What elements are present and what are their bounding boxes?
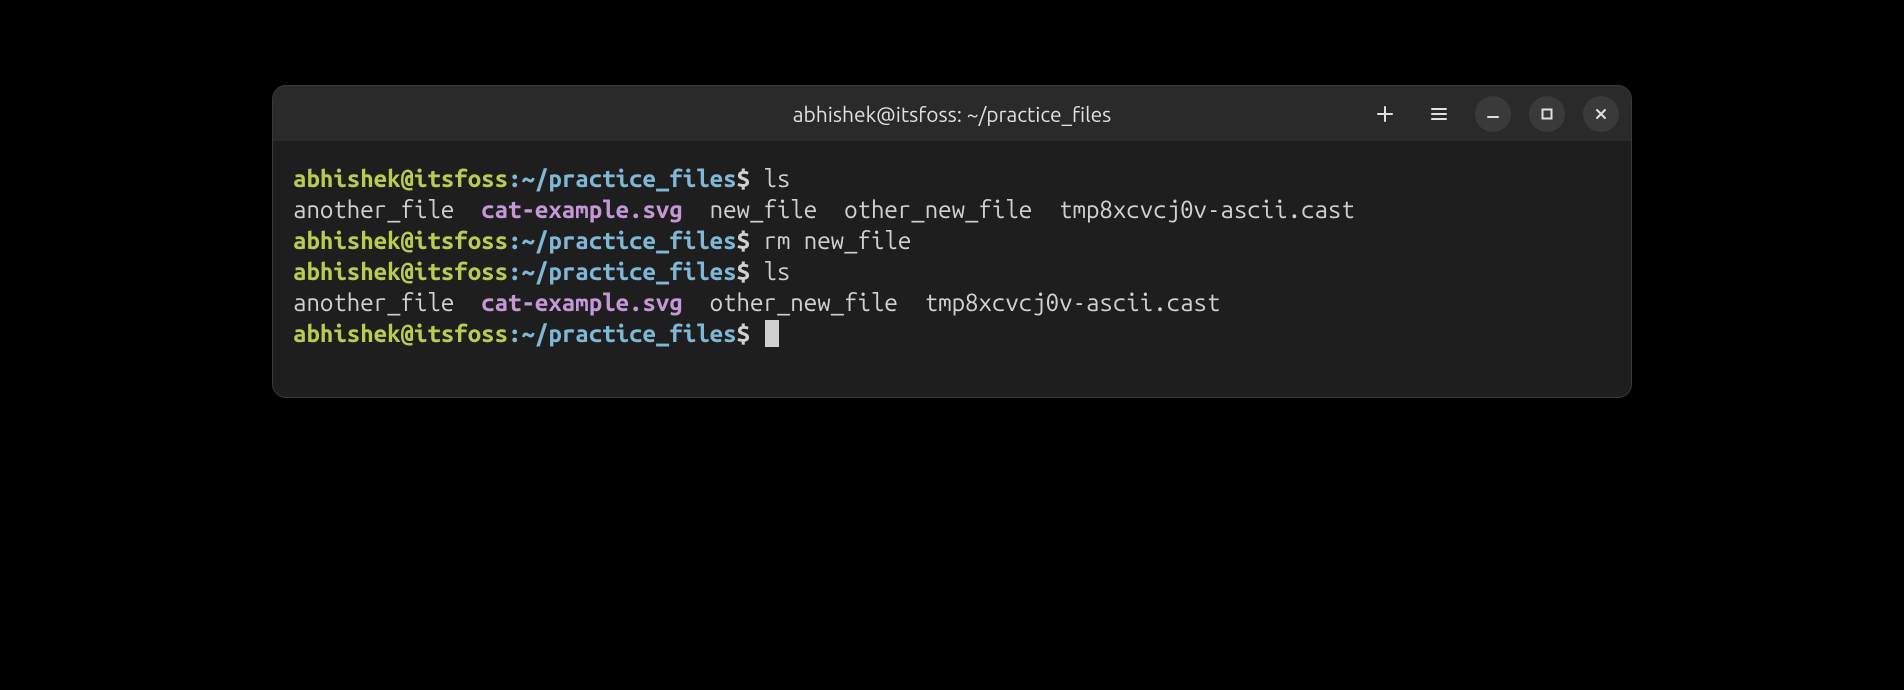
prompt-dollar: $ (737, 227, 750, 254)
titlebar[interactable]: abhishek@itsfoss: ~/practice_files (273, 86, 1631, 141)
minimize-button[interactable] (1475, 96, 1511, 132)
command-text: ls (763, 165, 790, 192)
cursor-block (765, 320, 779, 347)
prompt-colon: : (508, 258, 521, 285)
maximize-button[interactable] (1529, 96, 1565, 132)
terminal-body[interactable]: abhishek@itsfoss:~/practice_files$ lsano… (273, 141, 1631, 397)
ls-file: another_file (293, 196, 454, 223)
close-button[interactable] (1583, 96, 1619, 132)
terminal-window: abhishek@itsfoss: ~/practice_files (272, 85, 1632, 398)
prompt-userhost: abhishek@itsfoss (293, 227, 508, 254)
titlebar-controls (1367, 96, 1619, 132)
ls-file: another_file (293, 289, 454, 316)
prompt-path: ~/practice_files (522, 165, 737, 192)
prompt-path: ~/practice_files (522, 227, 737, 254)
prompt-userhost: abhishek@itsfoss (293, 258, 508, 285)
new-tab-button[interactable] (1367, 96, 1403, 132)
hamburger-icon (1430, 105, 1448, 123)
prompt-colon: : (508, 165, 521, 192)
prompt-path: ~/practice_files (522, 258, 737, 285)
prompt-dollar: $ (737, 165, 750, 192)
prompt-userhost: abhishek@itsfoss (293, 165, 508, 192)
prompt-colon: : (508, 320, 521, 347)
terminal-line: abhishek@itsfoss:~/practice_files$ ls (293, 256, 1611, 287)
command-text: ls (763, 258, 790, 285)
ls-files-rest: new_file other_new_file tmp8xcvcj0v-asci… (710, 196, 1355, 223)
ls-file-svg: cat-example.svg (481, 196, 683, 223)
close-icon (1594, 107, 1608, 121)
minimize-icon (1486, 107, 1500, 121)
command-text: rm new_file (763, 227, 911, 254)
terminal-line: abhishek@itsfoss:~/practice_files$ rm ne… (293, 225, 1611, 256)
prompt-dollar: $ (737, 320, 750, 347)
maximize-icon (1540, 107, 1554, 121)
terminal-line: abhishek@itsfoss:~/practice_files$ (293, 318, 1611, 349)
prompt-colon: : (508, 227, 521, 254)
prompt-path: ~/practice_files (522, 320, 737, 347)
plus-icon (1376, 105, 1394, 123)
prompt-userhost: abhishek@itsfoss (293, 320, 508, 347)
menu-button[interactable] (1421, 96, 1457, 132)
ls-file-svg: cat-example.svg (481, 289, 683, 316)
terminal-line: another_file cat-example.svg other_new_f… (293, 287, 1611, 318)
terminal-line: another_file cat-example.svg new_file ot… (293, 194, 1611, 225)
prompt-dollar: $ (737, 258, 750, 285)
ls-files-rest: other_new_file tmp8xcvcj0v-ascii.cast (710, 289, 1221, 316)
terminal-line: abhishek@itsfoss:~/practice_files$ ls (293, 163, 1611, 194)
